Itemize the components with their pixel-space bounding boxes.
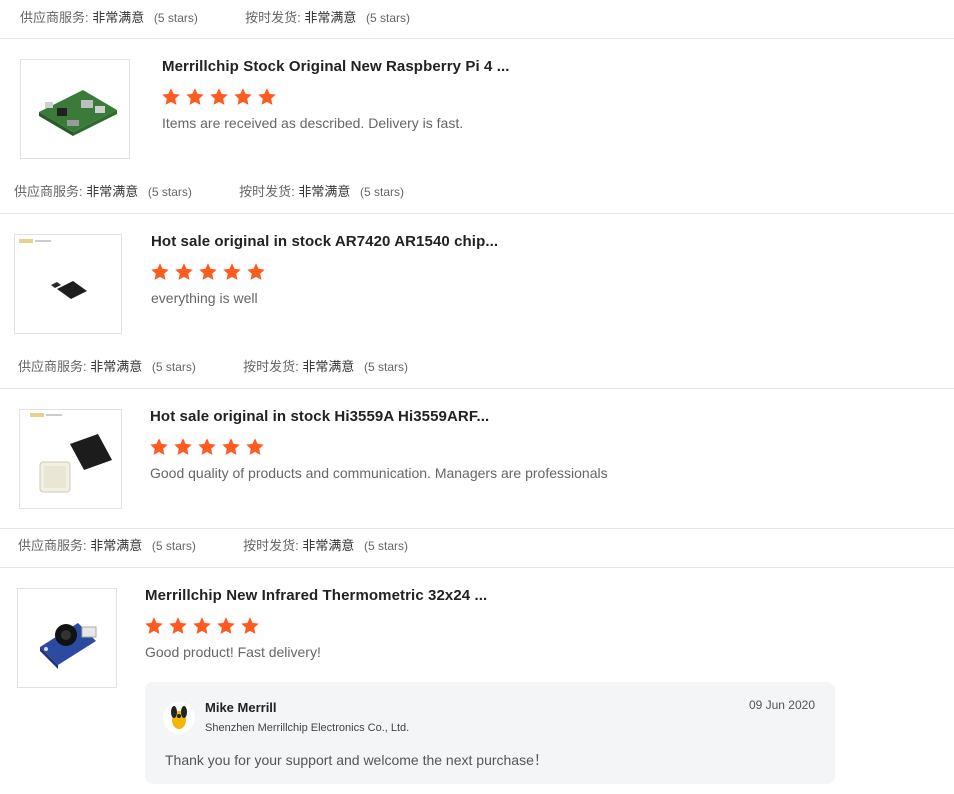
delivery-label: 按时发货: [243, 359, 299, 374]
star-icon [186, 88, 204, 105]
supplier-service-value: 非常满意 [86, 184, 139, 199]
supplier-service-stars: (5 stars) [147, 185, 192, 199]
review-comment: Items are received as described. Deliver… [162, 115, 464, 131]
seller-avatar [163, 702, 195, 734]
product-thumbnail[interactable] [14, 234, 122, 334]
seller-company: Shenzhen Merrillchip Electronics Co., Lt… [205, 722, 410, 734]
star-icon [174, 438, 192, 455]
delivery-stars: (5 stars) [364, 539, 409, 553]
reply-date: 09 Jun 2020 [748, 698, 815, 712]
product-title[interactable]: Merrillchip New Infrared Thermometric 32… [145, 587, 487, 604]
delivery-value: 非常满意 [298, 184, 351, 199]
delivery-label: 按时发货: [243, 538, 299, 553]
review-comment: everything is well [151, 290, 258, 306]
supplier-service-label: 供应商服务: [18, 538, 87, 553]
product-thumbnail[interactable] [17, 588, 117, 688]
star-icon [151, 263, 169, 280]
star-icon [150, 438, 168, 455]
supplier-service-stars: (5 stars) [151, 539, 196, 553]
divider [0, 528, 954, 529]
star-icon [246, 438, 264, 455]
supplier-service-stars: (5 stars) [153, 11, 198, 25]
product-thumbnail[interactable] [20, 59, 130, 159]
seller-reply: Mike Merrill Shenzhen Merrillchip Electr… [145, 682, 835, 784]
star-icon [210, 88, 228, 105]
star-icon [145, 617, 163, 634]
star-icon [241, 617, 259, 634]
star-rating [150, 262, 270, 282]
review-comment: Good product! Fast delivery! [145, 644, 321, 660]
supplier-service-value: 非常满意 [90, 538, 143, 553]
reply-text: Thank you for your support and welcome t… [165, 752, 548, 768]
delivery-stars: (5 stars) [366, 11, 411, 25]
divider [0, 38, 954, 39]
supplier-service-label: 供应商服务: [14, 184, 83, 199]
delivery-label: 按时发货: [239, 184, 295, 199]
star-icon [222, 438, 240, 455]
star-icon [193, 617, 211, 634]
supplier-service-value: 非常满意 [92, 10, 145, 25]
star-rating [149, 437, 269, 457]
bga-chip-icon [30, 413, 112, 493]
supplier-service-value: 非常满意 [90, 359, 143, 374]
delivery-stars: (5 stars) [364, 360, 409, 374]
chip-icon [19, 239, 87, 299]
star-icon [247, 263, 265, 280]
delivery-label: 按时发货: [245, 10, 301, 25]
review-comment: Good quality of products and communicati… [150, 465, 608, 481]
divider [0, 567, 954, 568]
divider [0, 388, 954, 389]
thermal-sensor-module-icon [40, 623, 97, 669]
star-icon [198, 438, 216, 455]
product-title[interactable]: Merrillchip Stock Original New Raspberry… [162, 58, 510, 75]
star-rating [144, 616, 264, 636]
supplier-service-stars: (5 stars) [151, 360, 196, 374]
seller-name: Mike Merrill [205, 700, 277, 715]
star-icon [162, 88, 180, 105]
star-icon [258, 88, 276, 105]
delivery-value: 非常满意 [302, 538, 355, 553]
rating-line: 供应商服务: 非常满意 (5 stars) 按时发货: 非常满意 (5 star… [14, 181, 404, 200]
supplier-service-label: 供应商服务: [20, 10, 89, 25]
raspberry-pi-board-icon [39, 90, 117, 136]
star-rating [161, 87, 281, 107]
dog-avatar-icon [171, 706, 187, 729]
rating-line-top: 供应商服务: 非常满意 (5 stars) 按时发货: 非常满意 (5 star… [20, 7, 410, 26]
delivery-value: 非常满意 [302, 359, 355, 374]
star-icon [234, 88, 252, 105]
star-icon [169, 617, 187, 634]
delivery-stars: (5 stars) [360, 185, 405, 199]
star-icon [217, 617, 235, 634]
rating-line: 供应商服务: 非常满意 (5 stars) 按时发货: 非常满意 (5 star… [18, 535, 408, 554]
star-icon [199, 263, 217, 280]
supplier-service-label: 供应商服务: [18, 359, 87, 374]
delivery-value: 非常满意 [304, 10, 357, 25]
divider [0, 213, 954, 214]
product-title[interactable]: Hot sale original in stock Hi3559A Hi355… [150, 408, 489, 425]
star-icon [223, 263, 241, 280]
rating-line: 供应商服务: 非常满意 (5 stars) 按时发货: 非常满意 (5 star… [18, 356, 408, 375]
product-title[interactable]: Hot sale original in stock AR7420 AR1540… [151, 233, 498, 250]
star-icon [175, 263, 193, 280]
product-thumbnail[interactable] [19, 409, 122, 509]
